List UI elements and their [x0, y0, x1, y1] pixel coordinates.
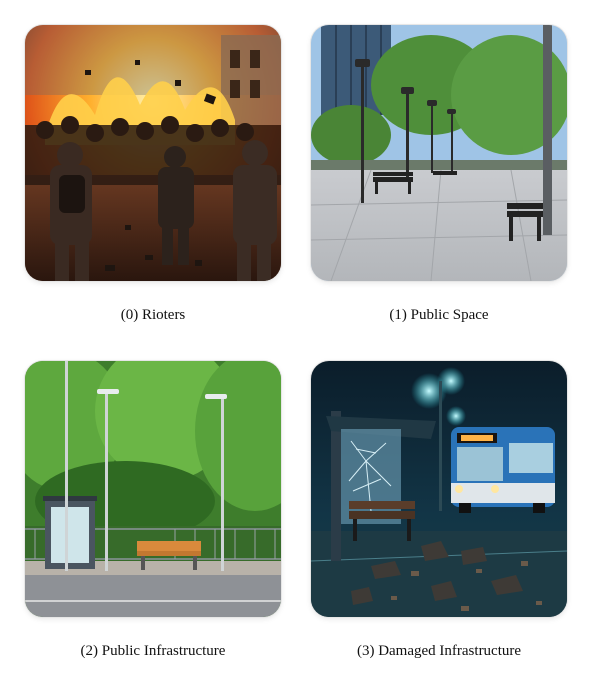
caption-damaged-infrastructure: (3) Damaged Infrastructure: [356, 643, 522, 659]
panel-public-infrastructure: [25, 361, 283, 617]
rioters-image[interactable]: [25, 25, 281, 281]
rioters-illustration: [25, 25, 281, 281]
public-infrastructure-illustration: [25, 361, 281, 617]
damaged-infrastructure-illustration: [311, 361, 567, 617]
image-grid: (0) Rioters (1) Public Space (2) Public …: [0, 0, 592, 692]
public-infrastructure-image[interactable]: [25, 361, 281, 617]
caption-public-space: (1) Public Space: [389, 307, 489, 323]
panel-rioters: [25, 25, 283, 281]
public-space-illustration: [311, 25, 567, 281]
panel-damaged-infrastructure: [311, 361, 569, 617]
caption-public-infrastructure: (2) Public Infrastructure: [80, 643, 226, 659]
caption-rioters: (0) Rioters: [120, 307, 186, 323]
public-space-image[interactable]: [311, 25, 567, 281]
panel-public-space: [311, 25, 569, 281]
damaged-infrastructure-image[interactable]: [311, 361, 567, 617]
